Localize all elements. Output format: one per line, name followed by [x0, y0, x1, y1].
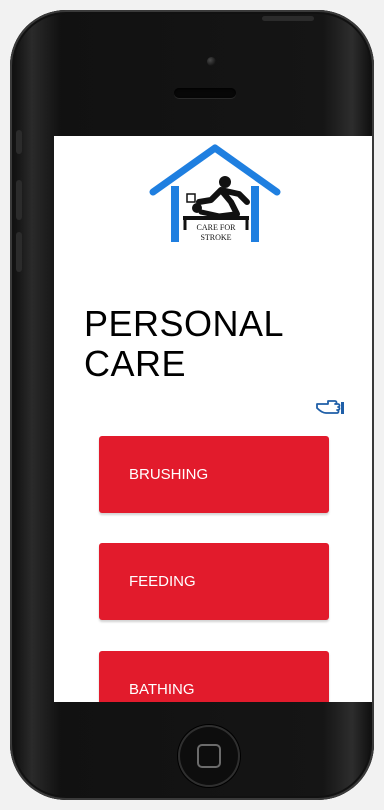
phone-frame: CARE FOR STROKE PERSONAL CARE BRUSHING F… — [10, 10, 374, 800]
pointing-hand-icon[interactable] — [314, 394, 346, 418]
home-square-icon — [197, 744, 221, 768]
home-button[interactable] — [178, 725, 240, 787]
care-for-stroke-logo: CARE FOR STROKE — [149, 144, 281, 242]
volume-up-button — [16, 180, 22, 220]
page-title-line1: PERSONAL — [84, 303, 285, 344]
bathing-button[interactable]: BATHING — [99, 651, 329, 702]
volume-down-button — [16, 232, 22, 272]
logo-text-line1: CARE FOR — [197, 223, 237, 232]
page-title-line2: CARE — [84, 343, 187, 384]
front-camera — [207, 57, 216, 66]
earpiece-speaker — [174, 88, 236, 98]
logo-text-line2: STROKE — [200, 233, 231, 242]
page-title: PERSONAL CARE — [84, 304, 284, 384]
brushing-button[interactable]: BRUSHING — [99, 436, 329, 513]
power-button — [262, 16, 314, 21]
app-screen: CARE FOR STROKE PERSONAL CARE BRUSHING F… — [54, 136, 372, 702]
feeding-button[interactable]: FEEDING — [99, 543, 329, 620]
mute-switch — [16, 130, 22, 154]
